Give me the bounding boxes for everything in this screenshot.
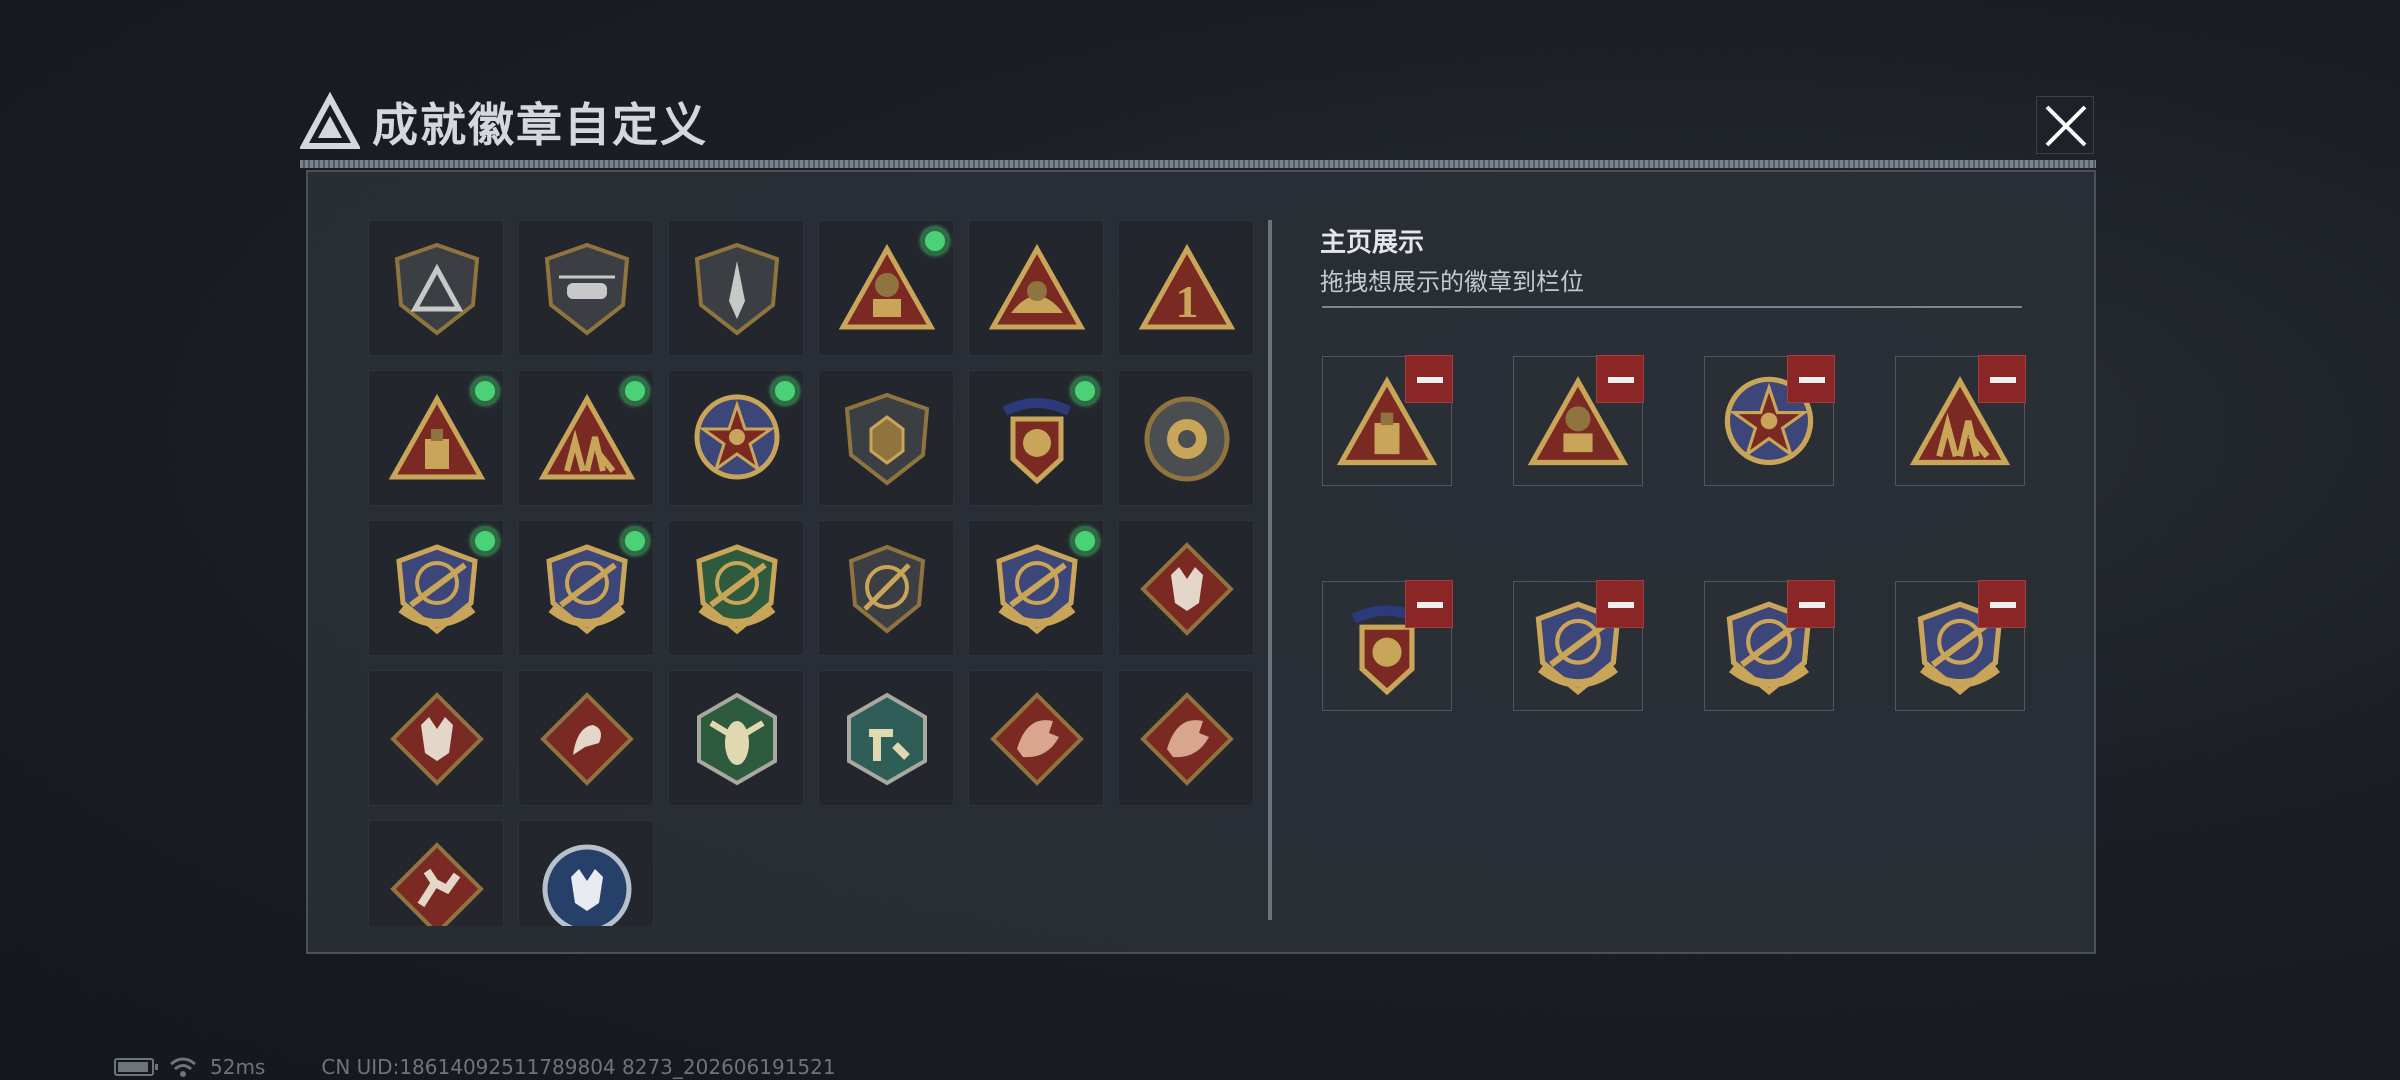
badge-tile[interactable] xyxy=(968,670,1104,806)
new-indicator-dot xyxy=(621,527,649,555)
dragon-diamond-icon xyxy=(1140,692,1234,786)
wifi-icon xyxy=(170,1057,196,1077)
triangle-soldiers-icon xyxy=(538,393,636,480)
triangle-56-icon xyxy=(838,243,936,330)
triangle-number-one-icon: 1 xyxy=(1138,243,1236,330)
badge-tile[interactable] xyxy=(968,370,1104,506)
remove-badge-button[interactable] xyxy=(1596,580,1644,628)
badge-tile[interactable] xyxy=(818,520,954,656)
wolf-diamond-icon xyxy=(390,692,484,786)
showcase-slot[interactable] xyxy=(1895,355,2026,486)
runner-diamond-icon xyxy=(390,842,484,926)
triangle-usb-icon xyxy=(388,393,486,480)
badge-grid[interactable]: 1 xyxy=(368,220,1268,926)
badge-tile[interactable] xyxy=(518,520,654,656)
wasp-hexagon-icon xyxy=(697,692,777,786)
green-rifle-crest-icon xyxy=(696,544,778,635)
new-indicator-dot xyxy=(921,227,949,255)
new-indicator-dot xyxy=(471,377,499,405)
badge-tile[interactable] xyxy=(668,220,804,356)
dark-scope-shield-icon xyxy=(848,544,926,634)
helicopter-shield-icon xyxy=(544,242,630,336)
panel-divider xyxy=(1268,220,1272,920)
star-medal-icon xyxy=(694,394,780,480)
badge-tile[interactable] xyxy=(368,670,504,806)
badge-tile[interactable] xyxy=(518,370,654,506)
showcase-slot[interactable] xyxy=(1513,355,1644,486)
new-indicator-dot xyxy=(1071,527,1099,555)
badge-tile[interactable] xyxy=(668,370,804,506)
beast-diamond-icon xyxy=(540,692,634,786)
showcase-slot[interactable] xyxy=(1704,580,1835,711)
badge-tile[interactable] xyxy=(968,520,1104,656)
new-indicator-dot xyxy=(1071,377,1099,405)
dagger-shield-icon xyxy=(694,242,780,336)
winged-medal-icon xyxy=(1002,398,1072,485)
uid-text: CN UID:18614092511789804 8273_2026061915… xyxy=(321,1055,836,1079)
showcase-subtitle: 拖拽想展示的徽章到栏位 xyxy=(1320,268,1584,296)
badge-tile[interactable] xyxy=(968,220,1104,356)
showcase-underline xyxy=(1322,306,2022,308)
rifle-crest-icon xyxy=(546,544,628,635)
showcase-slot[interactable] xyxy=(1322,580,1453,711)
delta-logo-icon xyxy=(298,91,362,152)
badge-tile[interactable] xyxy=(368,370,504,506)
badge-tile[interactable] xyxy=(368,520,504,656)
dialog-title: 成就徽章自定义 xyxy=(372,98,708,152)
close-x-icon xyxy=(2045,105,2087,147)
rifle-crest-icon xyxy=(396,544,478,635)
emblem-shield-icon xyxy=(844,392,930,486)
svg-text:1: 1 xyxy=(1176,276,1199,327)
showcase-title: 主页展示 xyxy=(1320,228,1425,258)
badge-tile[interactable] xyxy=(368,820,504,926)
showcase-slot[interactable] xyxy=(1513,580,1644,711)
remove-badge-button[interactable] xyxy=(1978,580,2026,628)
round-emblem-icon xyxy=(1144,396,1230,482)
badge-tile[interactable] xyxy=(818,220,954,356)
remove-badge-button[interactable] xyxy=(1978,355,2026,403)
badge-tile[interactable] xyxy=(518,670,654,806)
showcase-slot[interactable] xyxy=(1322,355,1453,486)
badge-tile[interactable] xyxy=(518,820,654,926)
showcase-slot[interactable] xyxy=(1704,355,1835,486)
battery-icon xyxy=(114,1058,158,1076)
badge-tile[interactable] xyxy=(1118,370,1254,506)
new-indicator-dot xyxy=(621,377,649,405)
hammer-hexagon-icon xyxy=(847,692,927,786)
remove-badge-button[interactable] xyxy=(1596,355,1644,403)
badge-tile[interactable] xyxy=(668,670,804,806)
remove-badge-button[interactable] xyxy=(1787,580,1835,628)
dragon-diamond-icon xyxy=(990,692,1084,786)
badge-tile[interactable] xyxy=(368,220,504,356)
showcase-slot[interactable] xyxy=(1895,580,2026,711)
ping-text: 52ms xyxy=(210,1055,266,1079)
panel-top-border xyxy=(300,160,2096,168)
delta-shield-icon xyxy=(394,242,480,336)
triangle-crest-icon xyxy=(988,243,1086,330)
remove-badge-button[interactable] xyxy=(1405,355,1453,403)
wolf-diamond-icon xyxy=(1140,542,1234,636)
badge-tile[interactable] xyxy=(668,520,804,656)
status-bar: 52ms CN UID:18614092511789804 8273_20260… xyxy=(114,1052,836,1080)
badge-tile[interactable]: 1 xyxy=(1118,220,1254,356)
remove-badge-button[interactable] xyxy=(1787,355,1835,403)
badge-panel: 1 主页展示 拖拽想展示的徽章到栏位 xyxy=(306,170,2096,954)
new-indicator-dot xyxy=(471,527,499,555)
remove-badge-button[interactable] xyxy=(1405,580,1453,628)
badge-tile[interactable] xyxy=(518,220,654,356)
wolf-circle-icon xyxy=(542,844,632,926)
badge-tile[interactable] xyxy=(818,670,954,806)
dialog-header: 成就徽章自定义 xyxy=(298,91,708,152)
badge-tile[interactable] xyxy=(818,370,954,506)
badge-tile[interactable] xyxy=(1118,520,1254,656)
close-button[interactable] xyxy=(2036,96,2094,154)
badge-tile[interactable] xyxy=(1118,670,1254,806)
rifle-crest-icon xyxy=(996,544,1078,635)
new-indicator-dot xyxy=(771,377,799,405)
